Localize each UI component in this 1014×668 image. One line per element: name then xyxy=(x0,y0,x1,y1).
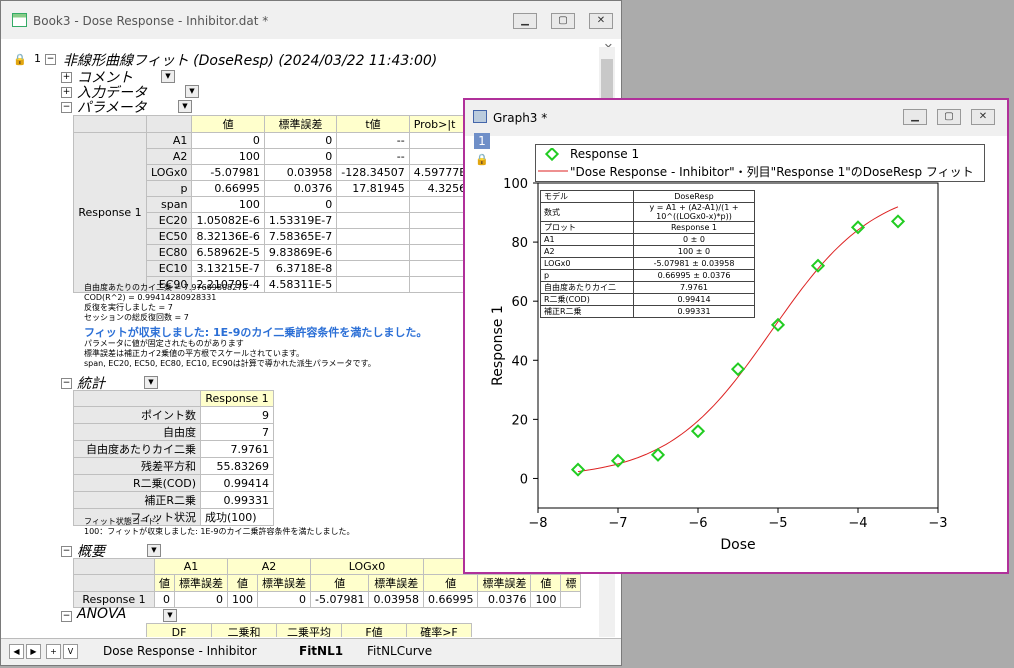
fit-info-table[interactable]: モデル DoseResp 数式 y = A1 + (A2-A1)/(1 + 10^((… xyxy=(540,190,755,318)
data-point xyxy=(570,462,586,477)
row-label: LOGx0 xyxy=(540,257,634,270)
table-row: A1 0 ± 0 xyxy=(540,233,755,246)
table-row: 補正R二乗 0.99331 xyxy=(540,305,755,318)
y-tick-label: 80 xyxy=(511,236,528,251)
table-row: プロット Response 1 xyxy=(540,221,755,234)
row-label: プロット xyxy=(540,221,634,234)
y-tick-label: 60 xyxy=(511,295,528,310)
row-label: 自由度あたりカイ二 xyxy=(540,281,634,294)
x-tick-label: −3 xyxy=(928,516,947,531)
table-cell: 100 ± 0 xyxy=(633,245,755,258)
legend-marker-icon xyxy=(544,148,560,162)
x-tick-label: −5 xyxy=(768,516,787,531)
legend-line-icon xyxy=(538,170,568,172)
y-tick-label: 0 xyxy=(520,472,528,487)
plot-svg: −8 −7 −6 −5 −4 −3 0 20 40 60 80 100 Dose Response 1 xyxy=(490,177,948,553)
table-row: R二乗(COD) 0.99414 xyxy=(540,293,755,306)
table-cell: 0.66995 ± 0.0376 xyxy=(633,269,755,282)
table-row: 数式 y = A1 + (A2-A1)/(1 + 10^((LOGx0-x)*p)… xyxy=(540,202,755,222)
data-point xyxy=(890,214,906,229)
y-axis-label: Response 1 xyxy=(490,305,506,386)
x-tick-label: −6 xyxy=(688,516,707,531)
table-cell: y = A1 + (A2-A1)/(1 + 10^((LOGx0-x)*p)) xyxy=(633,202,755,222)
x-tick-label: −7 xyxy=(608,516,627,531)
table-row: A2 100 ± 0 xyxy=(540,245,755,258)
table-row: 自由度あたりカイ二 7.9761 xyxy=(540,281,755,294)
table-cell: 7.9761 xyxy=(633,281,755,294)
x-tick-label: −4 xyxy=(848,516,867,531)
table-row: p 0.66995 ± 0.0376 xyxy=(540,269,755,282)
x-axis-label: Dose xyxy=(720,537,755,553)
row-label: モデル xyxy=(540,190,634,203)
table-row: モデル DoseResp xyxy=(540,190,755,203)
y-tick-label: 20 xyxy=(511,413,528,428)
table-cell: DoseResp xyxy=(633,190,755,203)
table-row: LOGx0 -5.07981 ± 0.03958 xyxy=(540,257,755,270)
table-cell: 0 ± 0 xyxy=(633,233,755,246)
data-point xyxy=(730,362,746,377)
row-label: 補正R二乗 xyxy=(540,305,634,318)
table-cell: -5.07981 ± 0.03958 xyxy=(633,257,755,270)
row-label: p xyxy=(540,269,634,282)
data-point xyxy=(810,258,826,273)
legend[interactable]: Response 1 "Dose Response - Inhibitor"・列… xyxy=(535,144,985,182)
y-tick-label: 100 xyxy=(503,177,528,192)
table-cell: 0.99414 xyxy=(633,293,755,306)
table-cell: 0.99331 xyxy=(633,305,755,318)
row-label: A2 xyxy=(540,245,634,258)
table-cell: Response 1 xyxy=(633,221,755,234)
legend-item-fit: "Dose Response - Inhibitor"・列目"Response … xyxy=(570,165,974,179)
data-point xyxy=(690,424,706,439)
x-tick-label: −8 xyxy=(528,516,547,531)
row-label: R二乗(COD) xyxy=(540,293,634,306)
row-label: A1 xyxy=(540,233,634,246)
legend-item-points: Response 1 xyxy=(570,147,640,161)
y-tick-label: 40 xyxy=(511,354,528,369)
row-label: 数式 xyxy=(540,202,634,222)
